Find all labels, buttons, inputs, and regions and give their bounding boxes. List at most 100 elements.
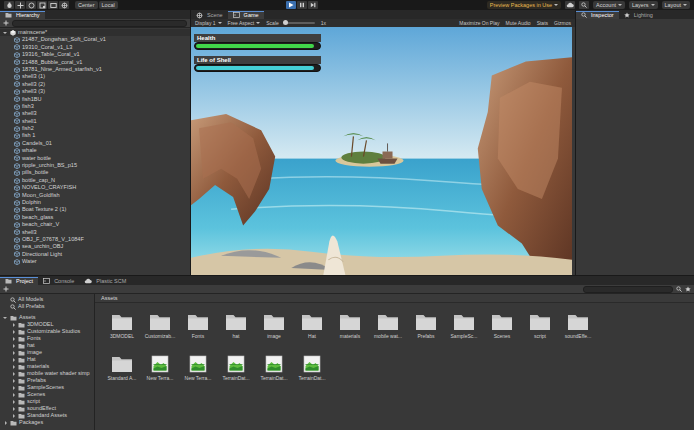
hierarchy-item[interactable]: shell3 (2) — [0, 81, 190, 88]
expand-arrow[interactable] — [10, 392, 16, 398]
expand-arrow[interactable] — [10, 343, 16, 349]
folder-item[interactable]: Scenes — [0, 391, 94, 398]
asset-item[interactable]: materials — [331, 313, 369, 339]
plus-icon[interactable] — [3, 286, 9, 292]
scale-knob[interactable] — [283, 20, 288, 25]
hierarchy-item[interactable]: beach_glass — [0, 214, 190, 221]
hierarchy-item[interactable]: 21487_Dongwhan_Soft_Coral_v1 — [0, 36, 190, 43]
folder-item[interactable]: Hat — [0, 356, 94, 363]
hierarchy-item[interactable]: Directional Light — [0, 251, 190, 258]
panel-tab[interactable]: Plastic SCM — [79, 277, 131, 285]
panel-tab[interactable]: Scene — [191, 11, 228, 19]
transform-tool-icon[interactable] — [59, 1, 69, 9]
hierarchy-item[interactable]: beach_chair_V — [0, 221, 190, 228]
expand-arrow[interactable] — [2, 30, 8, 36]
asset-item[interactable]: soundEffe... — [559, 313, 597, 339]
cloud-icon[interactable] — [565, 1, 575, 9]
expand-arrow[interactable] — [10, 399, 16, 405]
expand-arrow[interactable] — [10, 336, 16, 342]
scale-slider[interactable] — [285, 22, 315, 24]
layout-dropdown[interactable]: Layout — [662, 1, 691, 9]
hierarchy-item[interactable]: water bottle — [0, 155, 190, 162]
panel-tab[interactable]: Inspector — [576, 11, 619, 19]
hierarchy-item[interactable]: shell3 — [0, 229, 190, 236]
hierarchy-item[interactable]: Water — [0, 258, 190, 265]
assets-root[interactable]: Assets — [0, 314, 94, 321]
asset-item[interactable]: Fonts — [179, 313, 217, 339]
folder-item[interactable]: mobile water shader simp — [0, 370, 94, 377]
plus-icon[interactable] — [3, 20, 9, 26]
packages-dropdown[interactable]: Preview Packages in Use — [487, 1, 561, 9]
asset-item[interactable]: hat — [217, 313, 255, 339]
scene-row[interactable]: mainscene* — [0, 29, 190, 36]
asset-item[interactable]: script — [521, 313, 559, 339]
expand-arrow[interactable] — [10, 378, 16, 384]
hierarchy-item[interactable]: Candels_01 — [0, 140, 190, 147]
layers-dropdown[interactable]: Layers — [629, 1, 658, 9]
hierarchy-item[interactable]: pills_bottle — [0, 169, 190, 176]
game-canvas[interactable]: HealthLife of Shell — [191, 27, 572, 275]
hierarchy-item[interactable]: fish3 — [0, 103, 190, 110]
hierarchy-item[interactable]: ripple_urchin_BS_p15 — [0, 162, 190, 169]
panel-tab[interactable]: Console — [38, 277, 79, 285]
hierarchy-item[interactable]: Moon_Goldfish — [0, 192, 190, 199]
expand-arrow[interactable] — [10, 322, 16, 328]
folder-item[interactable]: script — [0, 398, 94, 405]
folder-item[interactable]: Fonts — [0, 335, 94, 342]
favorite-item[interactable]: All Models — [0, 296, 94, 303]
folder-item[interactable]: soundEffect — [0, 405, 94, 412]
asset-item[interactable]: New Terra... — [179, 355, 217, 381]
asset-item[interactable]: Customizab... — [141, 313, 179, 339]
packages-root[interactable]: Packages — [0, 419, 94, 426]
hierarchy-item[interactable]: shell1 — [0, 118, 190, 125]
hierarchy-item[interactable]: sea_urchin_OBJ — [0, 243, 190, 250]
expand-arrow[interactable] — [10, 413, 16, 419]
display-dropdown[interactable]: Display 1 — [195, 19, 222, 27]
hierarchy-item[interactable]: NOVELO_CRAYFISH — [0, 184, 190, 191]
hand-tool-icon[interactable] — [4, 1, 14, 9]
hierarchy-item[interactable]: fish2 — [0, 125, 190, 132]
hierarchy-item[interactable]: Dolphin — [0, 199, 190, 206]
view-option[interactable]: Gizmos — [554, 19, 571, 27]
hierarchy-item[interactable]: fish 1 — [0, 132, 190, 139]
panel-tab[interactable]: Project — [0, 277, 38, 285]
panel-tab[interactable]: Game — [228, 11, 264, 19]
favorite-item[interactable]: All Prefabs — [0, 303, 94, 310]
expand-arrow[interactable] — [10, 350, 16, 356]
hierarchy-item[interactable]: whale — [0, 147, 190, 154]
project-search[interactable] — [583, 286, 673, 293]
view-option[interactable]: Mute Audio — [506, 19, 531, 27]
hierarchy-search[interactable] — [12, 20, 187, 27]
hierarchy-item[interactable]: fish1BU — [0, 96, 190, 103]
hierarchy-item[interactable]: 21488_Bubble_coral_v1 — [0, 59, 190, 66]
space-button[interactable]: Local — [99, 1, 118, 9]
asset-item[interactable]: Scenes — [483, 313, 521, 339]
aspect-dropdown[interactable]: Free Aspect — [228, 19, 261, 27]
folder-item[interactable]: 3DMODEL — [0, 321, 94, 328]
hierarchy-item[interactable]: Boat Texture 2 (1) — [0, 206, 190, 213]
folder-item[interactable]: Standard Assets — [0, 412, 94, 419]
breadcrumb[interactable]: Assets — [95, 294, 694, 303]
hierarchy-item[interactable]: OBJ_F_07678_V_1084F — [0, 236, 190, 243]
hierarchy-item[interactable]: 19316_Table_Coral_v1 — [0, 51, 190, 58]
asset-item[interactable]: Standard A... — [103, 355, 141, 381]
search-icon[interactable] — [579, 1, 589, 9]
folder-item[interactable]: SampleScenes — [0, 384, 94, 391]
pause-icon[interactable] — [297, 1, 307, 9]
hierarchy-tab[interactable]: Hierarchy — [0, 11, 45, 19]
asset-item[interactable]: mobile wat... — [369, 313, 407, 339]
pivot-button[interactable]: Center — [75, 1, 98, 9]
expand-arrow[interactable] — [2, 420, 8, 426]
folder-item[interactable]: Prefabs — [0, 377, 94, 384]
step-icon[interactable] — [308, 1, 318, 9]
asset-item[interactable]: Hat — [293, 313, 331, 339]
account-dropdown[interactable]: Account — [593, 1, 625, 9]
asset-item[interactable]: TerrainDat... — [293, 355, 331, 381]
favorite-icon[interactable] — [685, 286, 691, 292]
asset-item[interactable]: Prefabs — [407, 313, 445, 339]
hierarchy-item[interactable]: shell3 (3) — [0, 88, 190, 95]
asset-item[interactable]: SampleSc... — [445, 313, 483, 339]
asset-item[interactable]: New Terra... — [141, 355, 179, 381]
expand-arrow[interactable] — [10, 406, 16, 412]
scale-tool-icon[interactable] — [37, 1, 47, 9]
